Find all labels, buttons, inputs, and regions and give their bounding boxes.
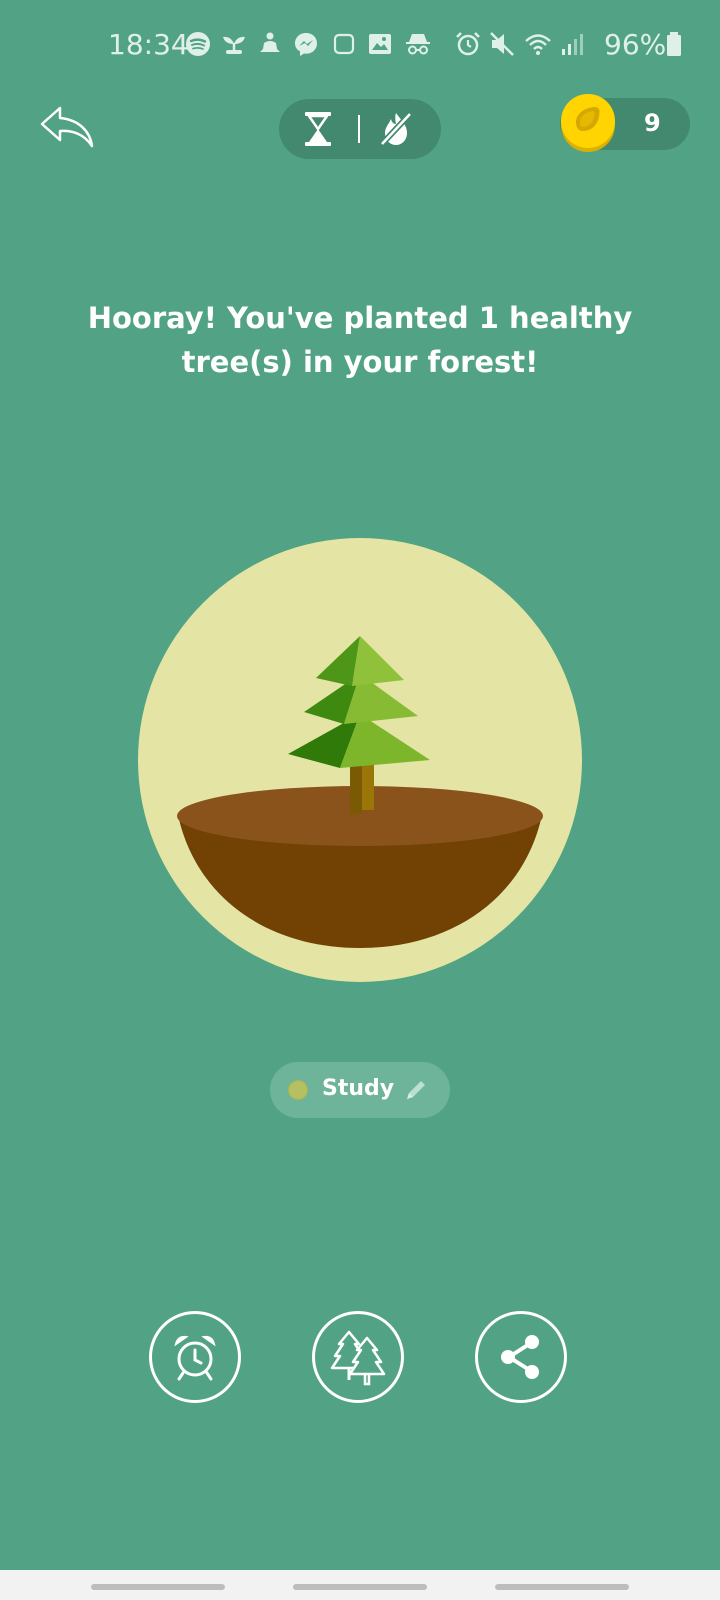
square-icon bbox=[333, 33, 355, 55]
coin-icon bbox=[561, 94, 615, 152]
coin-count: 9 bbox=[644, 109, 661, 137]
alarm-button[interactable] bbox=[149, 1311, 241, 1403]
battery-icon bbox=[667, 32, 681, 56]
pencil-icon[interactable] bbox=[402, 1076, 430, 1104]
spotify-icon bbox=[186, 32, 210, 56]
status-bar: 18:34 96% bbox=[0, 22, 720, 66]
sprout-icon bbox=[223, 36, 245, 54]
coin-balance[interactable]: 9 bbox=[560, 94, 690, 152]
tree-planet-illustration bbox=[138, 538, 582, 982]
system-navigation-bar bbox=[0, 1570, 720, 1600]
wifi-icon bbox=[525, 34, 551, 55]
share-icon bbox=[501, 1335, 539, 1379]
forest-button[interactable] bbox=[312, 1311, 404, 1403]
mute-icon bbox=[490, 32, 514, 56]
back-arrow-icon bbox=[40, 106, 94, 148]
forest-icon bbox=[330, 1330, 386, 1386]
incognito-icon bbox=[406, 34, 430, 55]
signal-icon bbox=[562, 34, 583, 55]
meditation-icon bbox=[260, 32, 280, 52]
tag-selector[interactable]: Study bbox=[270, 1062, 450, 1118]
hourglass-icon[interactable] bbox=[303, 111, 333, 147]
alarm-clock-icon bbox=[174, 1335, 216, 1381]
alarm-icon bbox=[456, 32, 480, 56]
battery-percent: 96% bbox=[604, 28, 667, 61]
image-icon bbox=[369, 34, 391, 54]
nav-back-button[interactable] bbox=[495, 1584, 629, 1590]
mode-divider bbox=[358, 115, 360, 143]
status-time: 18:34 bbox=[108, 28, 189, 61]
tag-color-dot bbox=[288, 1080, 308, 1100]
back-button[interactable] bbox=[36, 100, 100, 156]
nav-home-button[interactable] bbox=[293, 1584, 427, 1590]
share-button[interactable] bbox=[475, 1311, 567, 1403]
success-message: Hooray! You've planted 1 healthy tree(s)… bbox=[87, 301, 633, 379]
tag-label: Study bbox=[322, 1076, 395, 1101]
mode-toggle[interactable] bbox=[279, 99, 441, 159]
messenger-icon bbox=[295, 33, 317, 56]
nav-recents-button[interactable] bbox=[91, 1584, 225, 1590]
no-fire-icon[interactable] bbox=[379, 110, 413, 148]
